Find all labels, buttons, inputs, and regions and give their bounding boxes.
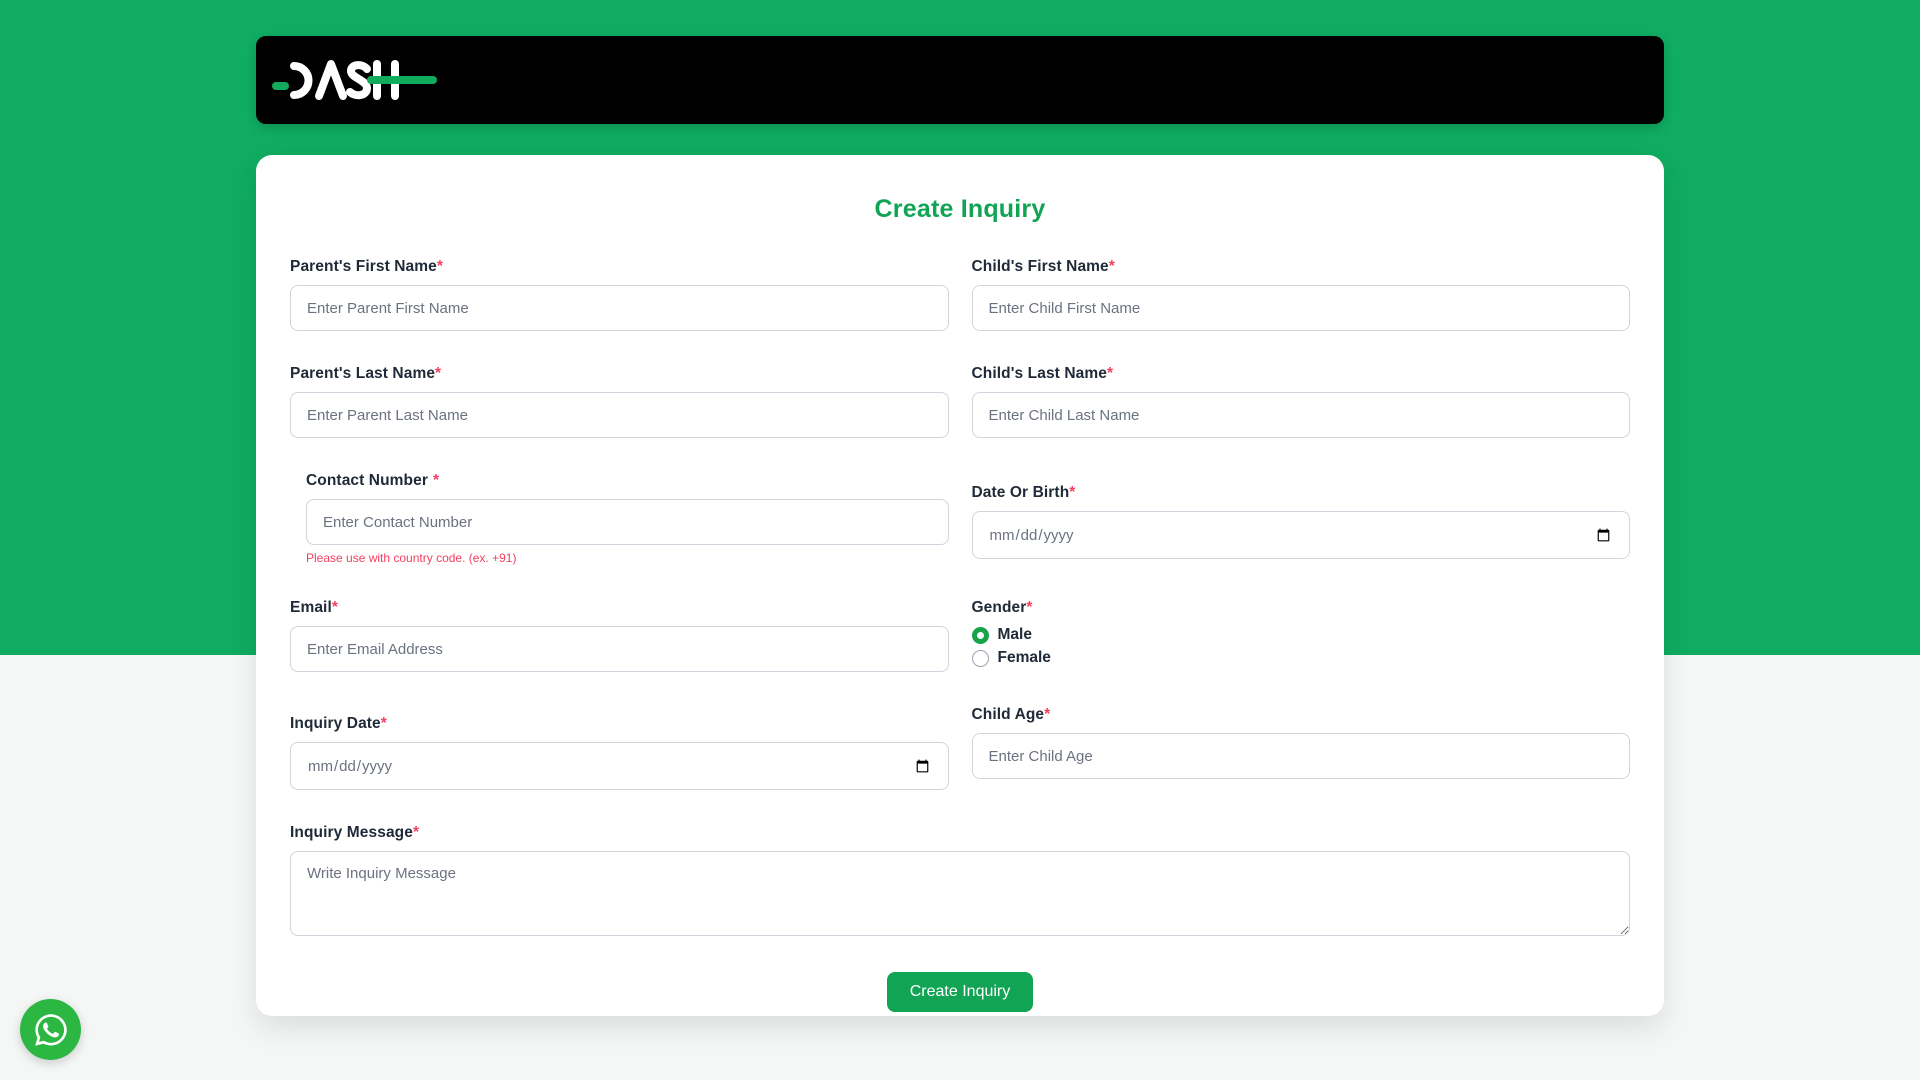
page-title: Create Inquiry — [290, 195, 1630, 224]
parent-last-name-input[interactable] — [290, 392, 949, 438]
child-age-group: Child Age* — [972, 706, 1631, 790]
child-first-name-label: Child's First Name* — [972, 258, 1631, 276]
whatsapp-chat-button[interactable] — [20, 999, 81, 1060]
required-asterisk: * — [413, 824, 419, 841]
required-asterisk: * — [1109, 258, 1115, 275]
child-last-name-group: Child's Last Name* — [972, 365, 1631, 438]
whatsapp-icon — [33, 1012, 69, 1048]
inquiry-form: Parent's First Name* Child's First Name*… — [290, 258, 1630, 941]
gender-radio-male[interactable]: Male — [972, 626, 1631, 644]
child-age-input[interactable] — [972, 733, 1631, 779]
label-text: Child's Last Name — [972, 365, 1107, 382]
child-age-label: Child Age* — [972, 706, 1631, 724]
date-of-birth-label: Date Or Birth* — [972, 484, 1631, 502]
inquiry-message-label: Inquiry Message* — [290, 824, 1630, 842]
date-of-birth-group: Date Or Birth* — [972, 484, 1631, 565]
gender-radio-female[interactable]: Female — [972, 649, 1631, 667]
child-last-name-input[interactable] — [972, 392, 1631, 438]
required-asterisk: * — [433, 472, 439, 489]
label-text: Child Age — [972, 706, 1045, 723]
gender-radio-list: Male Female — [972, 626, 1631, 667]
parent-first-name-input[interactable] — [290, 285, 949, 331]
inquiry-date-label: Inquiry Date* — [290, 715, 949, 733]
label-text: Email — [290, 599, 332, 616]
parent-first-name-label: Parent's First Name* — [290, 258, 949, 276]
contact-number-input[interactable] — [306, 499, 949, 545]
child-last-name-label: Child's Last Name* — [972, 365, 1631, 383]
radio-male-label: Male — [998, 626, 1032, 644]
inquiry-message-group: Inquiry Message* — [290, 824, 1630, 941]
contact-number-label: Contact Number * — [306, 472, 949, 490]
create-inquiry-button[interactable]: Create Inquiry — [887, 972, 1034, 1012]
required-asterisk: * — [381, 715, 387, 732]
email-group: Email* — [290, 599, 949, 672]
email-field[interactable] — [290, 626, 949, 672]
label-text: Child's First Name — [972, 258, 1109, 275]
parent-last-name-label: Parent's Last Name* — [290, 365, 949, 383]
child-first-name-group: Child's First Name* — [972, 258, 1631, 331]
parent-last-name-group: Parent's Last Name* — [290, 365, 949, 438]
contact-country-code-hint: Please use with country code. (ex. +91) — [306, 551, 949, 565]
child-first-name-input[interactable] — [972, 285, 1631, 331]
submit-row: Create Inquiry — [290, 972, 1630, 1012]
required-asterisk: * — [332, 599, 338, 616]
label-text: Inquiry Date — [290, 715, 381, 732]
label-text: Parent's Last Name — [290, 365, 435, 382]
required-asterisk: * — [1069, 484, 1075, 501]
email-label: Email* — [290, 599, 949, 617]
top-navigation-bar — [256, 36, 1664, 124]
radio-female-icon[interactable] — [972, 650, 989, 667]
gender-label: Gender* — [972, 599, 1631, 617]
create-inquiry-card: Create Inquiry Parent's First Name* Chil… — [256, 155, 1664, 1016]
label-text: Contact Number — [306, 472, 428, 489]
radio-male-icon[interactable] — [972, 627, 989, 644]
gender-group: Gender* Male Female — [972, 599, 1631, 672]
required-asterisk: * — [1107, 365, 1113, 382]
dash-logo-icon — [270, 58, 442, 102]
date-of-birth-input[interactable] — [972, 511, 1631, 559]
radio-female-label: Female — [998, 649, 1051, 667]
label-text: Date Or Birth — [972, 484, 1070, 501]
contact-number-group: Contact Number * Please use with country … — [290, 472, 949, 565]
parent-first-name-group: Parent's First Name* — [290, 258, 949, 331]
required-asterisk: * — [437, 258, 443, 275]
inquiry-date-group: Inquiry Date* — [290, 715, 949, 790]
inquiry-message-textarea[interactable] — [290, 851, 1630, 936]
required-asterisk: * — [435, 365, 441, 382]
label-text: Gender — [972, 599, 1027, 616]
required-asterisk: * — [1044, 706, 1050, 723]
label-text: Parent's First Name — [290, 258, 437, 275]
required-asterisk: * — [1026, 599, 1032, 616]
label-text: Inquiry Message — [290, 824, 413, 841]
inquiry-date-input[interactable] — [290, 742, 949, 790]
